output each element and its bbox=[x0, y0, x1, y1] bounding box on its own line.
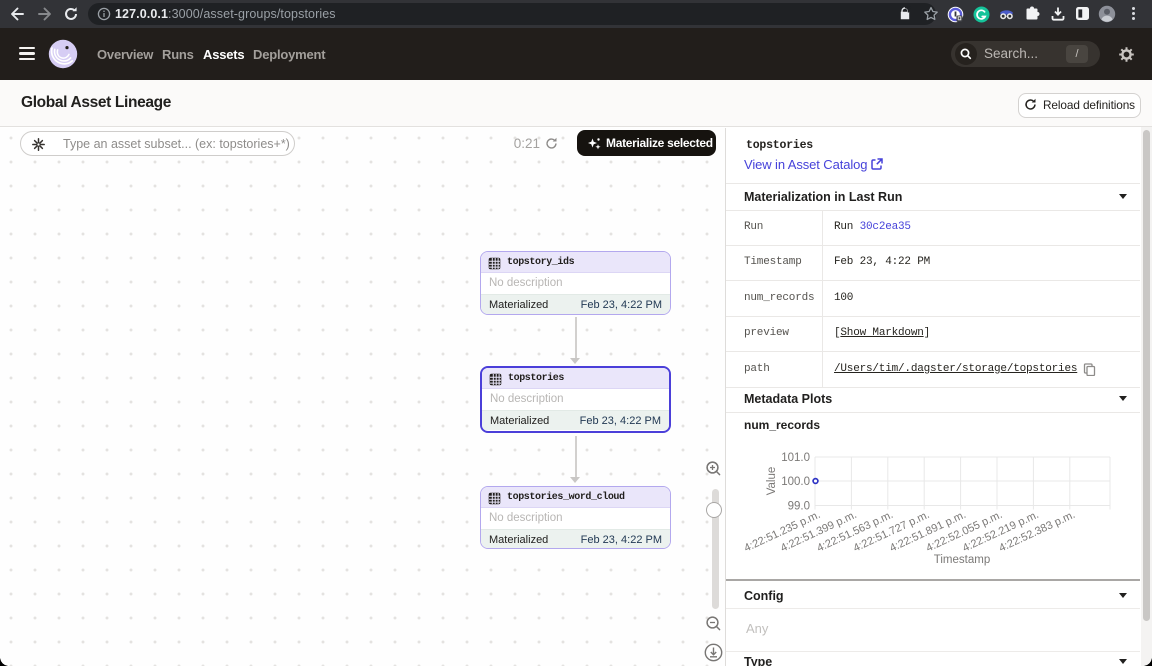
svg-text:Timestamp: Timestamp bbox=[934, 554, 990, 566]
svg-text:Value: Value bbox=[766, 467, 778, 496]
svg-text:99.0: 99.0 bbox=[788, 501, 810, 513]
svg-text:100.0: 100.0 bbox=[781, 476, 810, 488]
svg-text:101.0: 101.0 bbox=[781, 452, 810, 464]
